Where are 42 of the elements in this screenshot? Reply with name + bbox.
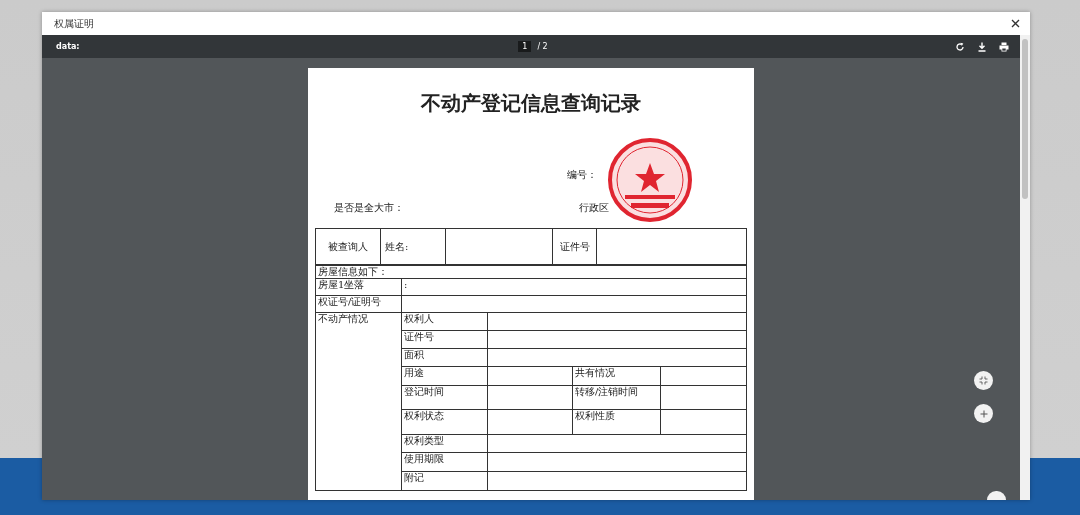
rotate-icon [955,41,965,52]
table-cell: 权利性质 [572,409,661,435]
table-cell: 转移/注销时间 [572,385,661,410]
scrollbar-thumb[interactable] [1022,39,1028,199]
table-cell: 证件号 [401,330,488,349]
table-cell: 用途 [401,366,488,386]
table-cell: 使用期限 [401,452,488,472]
number-label: 编号： [567,168,597,182]
region-label: 行政区 [579,201,609,215]
table-cell-text: 被查询人 [327,239,369,254]
table-cell: 不动产情况 [315,312,402,491]
table-cell: : [401,278,747,296]
table-cell: 证件号 [552,229,596,264]
table-cell: 面积 [401,348,488,367]
table-cell: 权证号/证明号 [315,295,402,313]
table-cell: 登记时间 [401,385,488,410]
page-number-field[interactable]: 1 [518,41,532,52]
zoom-in-button[interactable] [974,404,993,423]
scrollbar[interactable] [1020,35,1030,500]
table-cell: 附记 [401,471,488,491]
fit-page-icon [979,376,988,385]
round-button[interactable] [987,491,1006,500]
plus-icon [979,409,988,418]
print-button[interactable] [998,40,1010,53]
page-total: / 2 [537,42,548,51]
table-cell: 权利状态 [401,409,488,435]
table-cell: 房屋信息如下： [315,265,747,279]
table-cell: 姓名: [380,229,445,264]
dialog-title: 权属证明 [54,16,94,31]
document-title: 不动产登记信息查询记录 [419,90,642,117]
city-label: 是否是全大市： [334,201,404,215]
close-icon [1010,19,1020,28]
file-name: data: [56,42,81,51]
fit-page-button[interactable] [974,371,993,390]
download-button[interactable] [976,40,988,53]
print-icon [999,41,1009,52]
table-cell: 房屋1坐落 [315,278,402,296]
table-cell: 共有情况 [572,366,661,386]
table-cell: 权利人 [401,312,488,331]
rotate-button[interactable] [954,40,966,53]
table-cell: 权利类型 [401,434,488,453]
download-icon [977,41,987,52]
